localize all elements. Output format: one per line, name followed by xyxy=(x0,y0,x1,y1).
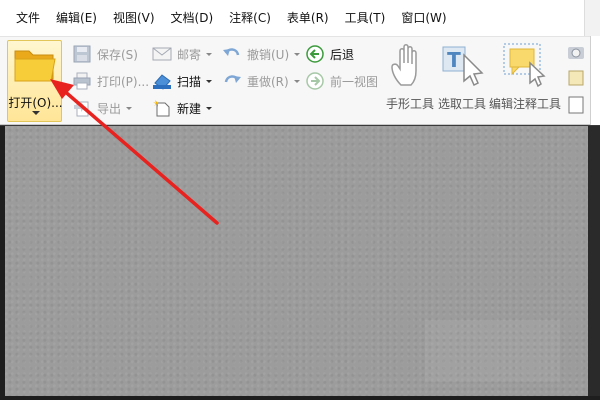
scan-button[interactable]: 扫描 xyxy=(152,70,213,92)
print-label: 打印(P)... xyxy=(97,74,150,89)
print-button[interactable]: 打印(P)... xyxy=(72,70,149,92)
hand-icon xyxy=(391,44,417,86)
open-button[interactable]: 打开(O)... xyxy=(7,40,63,122)
menu-file[interactable]: 文件 xyxy=(8,6,48,30)
edit-annotation-icon xyxy=(503,43,546,87)
previous-view-button[interactable]: 前一视图 xyxy=(305,70,378,92)
select-tool-button[interactable]: T 选取工具 xyxy=(436,41,488,119)
open-label: 打开(O)... xyxy=(8,96,63,110)
export-icon xyxy=(74,101,89,117)
export-button[interactable]: 导出 xyxy=(72,97,133,119)
new-label: 新建 xyxy=(177,101,202,116)
new-caret[interactable] xyxy=(206,106,213,110)
menu-bar: 文件 编辑(E) 视图(V) 文档(D) 注释(C) 表单(R) 工具(T) 窗… xyxy=(0,0,600,36)
edit-annotation-tool-button[interactable]: 编辑注释工具 xyxy=(488,41,562,119)
overflow-tools-icon[interactable] xyxy=(566,43,586,121)
bottom-edge xyxy=(0,396,600,400)
redo-label: 重做(R) xyxy=(247,74,289,89)
menu-document[interactable]: 文档(D) xyxy=(163,6,222,30)
svg-text:T: T xyxy=(447,48,461,72)
save-label: 保存(S) xyxy=(97,47,138,62)
new-button[interactable]: 新建 xyxy=(152,97,213,119)
scan-caret[interactable] xyxy=(206,79,213,83)
mail-icon xyxy=(152,47,172,61)
menu-view[interactable]: 视图(V) xyxy=(105,6,163,30)
redo-button[interactable]: 重做(R) xyxy=(222,70,300,92)
undo-caret[interactable] xyxy=(294,52,301,56)
select-text-icon: T xyxy=(442,46,484,87)
save-icon xyxy=(73,45,91,63)
toolbar: 打开(O)... 保存(S) 打印(P)... 导出 邮寄 扫描 新建 撤销(U… xyxy=(0,36,590,125)
mail-caret[interactable] xyxy=(206,52,213,56)
print-icon xyxy=(73,72,91,90)
menu-edit[interactable]: 编辑(E) xyxy=(48,6,105,30)
edit-annotation-tool-label: 编辑注释工具 xyxy=(488,97,561,111)
select-tool-label: 选取工具 xyxy=(437,97,486,111)
new-document-icon xyxy=(153,100,170,117)
scan-icon xyxy=(153,74,171,90)
undo-icon xyxy=(223,48,240,56)
back-label: 后退 xyxy=(330,47,355,62)
previous-view-icon xyxy=(306,72,324,90)
vertical-scrollbar[interactable] xyxy=(588,126,600,400)
export-label: 导出 xyxy=(97,101,122,116)
previous-view-label: 前一视图 xyxy=(330,74,379,89)
scan-label: 扫描 xyxy=(177,74,202,89)
mail-label: 邮寄 xyxy=(177,47,202,62)
open-dropdown-caret[interactable] xyxy=(32,111,40,115)
back-button[interactable]: 后退 xyxy=(305,43,354,65)
redo-caret[interactable] xyxy=(293,79,300,83)
watermark-area xyxy=(425,320,560,382)
hand-tool-button[interactable]: 手形工具 xyxy=(384,41,436,119)
menu-tools[interactable]: 工具(T) xyxy=(337,6,394,30)
menu-form[interactable]: 表单(R) xyxy=(279,6,337,30)
menu-comment[interactable]: 注释(C) xyxy=(221,6,279,30)
open-folder-icon xyxy=(14,50,56,82)
menubar-edge xyxy=(584,0,600,36)
redo-icon xyxy=(224,75,241,83)
mail-button[interactable]: 邮寄 xyxy=(152,43,213,65)
save-button[interactable]: 保存(S) xyxy=(72,43,138,65)
menu-window[interactable]: 窗口(W) xyxy=(393,6,454,30)
export-caret[interactable] xyxy=(126,106,133,110)
toolbar-edge xyxy=(590,36,600,125)
back-arrow-icon xyxy=(306,45,324,63)
hand-tool-label: 手形工具 xyxy=(385,97,434,111)
undo-button[interactable]: 撤销(U) xyxy=(222,43,301,65)
undo-label: 撤销(U) xyxy=(247,47,290,62)
